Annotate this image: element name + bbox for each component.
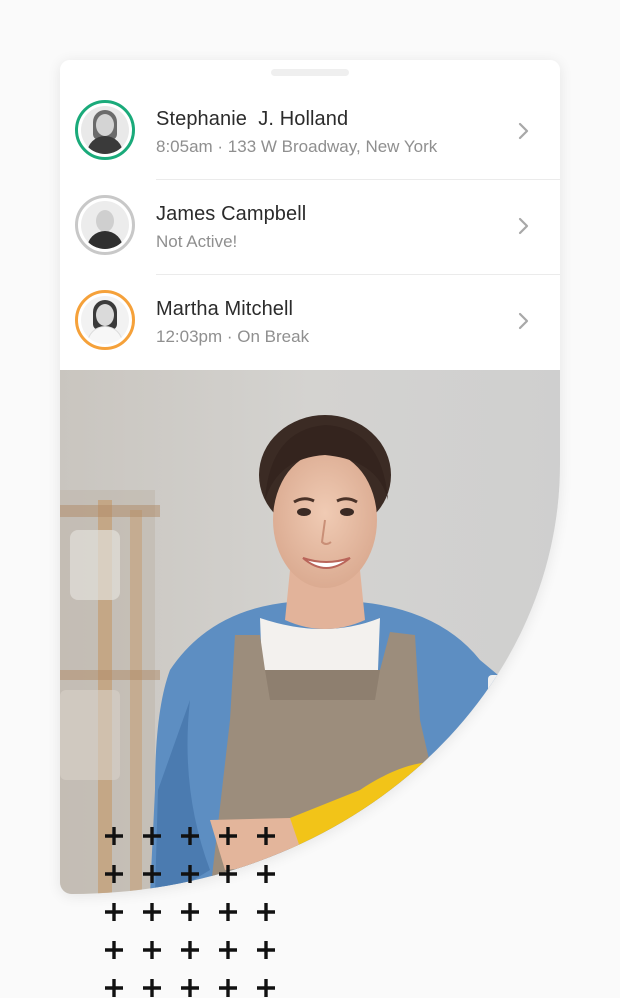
employee-list: Stephanie J. Holland 8:05am · 133 W Broa… bbox=[60, 85, 560, 370]
plus-icon bbox=[219, 941, 237, 959]
drag-handle[interactable] bbox=[271, 69, 349, 76]
chevron-right-icon bbox=[518, 217, 529, 235]
plus-icon bbox=[219, 903, 237, 921]
avatar bbox=[75, 195, 135, 255]
chevron-right-icon bbox=[518, 312, 529, 330]
woman-portrait-icon bbox=[81, 296, 129, 344]
plus-icon bbox=[257, 865, 275, 883]
cleaning-worker-photo bbox=[60, 370, 560, 894]
plus-icon bbox=[181, 865, 199, 883]
plus-icon bbox=[105, 865, 123, 883]
plus-icon bbox=[181, 903, 199, 921]
plus-icon bbox=[181, 827, 199, 845]
plus-icon bbox=[143, 865, 161, 883]
employee-name: Martha Mitchell bbox=[156, 298, 294, 320]
employee-name: James Campbell bbox=[156, 203, 307, 225]
man-portrait-icon bbox=[81, 201, 129, 249]
plus-icon bbox=[181, 979, 199, 997]
plus-pattern-icon bbox=[105, 827, 275, 997]
plus-icon bbox=[257, 827, 275, 845]
employee-detail: 8:05am · 133 W Broadway, New York bbox=[156, 137, 438, 156]
employee-name: Stephanie J. Holland bbox=[156, 108, 349, 130]
plus-icon bbox=[257, 941, 275, 959]
woman-portrait-icon bbox=[81, 106, 129, 154]
plus-icon bbox=[143, 827, 161, 845]
plus-icon bbox=[257, 979, 275, 997]
plus-icon bbox=[143, 903, 161, 921]
plus-icon bbox=[105, 979, 123, 997]
plus-icon bbox=[105, 941, 123, 959]
plus-icon bbox=[143, 941, 161, 959]
avatar bbox=[75, 100, 135, 160]
employee-card: Stephanie J. Holland 8:05am · 133 W Broa… bbox=[60, 60, 560, 894]
plus-icon bbox=[105, 903, 123, 921]
employee-detail: 12:03pm · On Break bbox=[156, 327, 310, 346]
employee-detail: Not Active! bbox=[156, 232, 238, 251]
chevron-right-icon bbox=[518, 122, 529, 140]
employee-row-james[interactable]: James Campbell Not Active! bbox=[60, 180, 560, 275]
employee-row-stephanie[interactable]: Stephanie J. Holland 8:05am · 133 W Broa… bbox=[60, 85, 560, 180]
plus-icon bbox=[219, 827, 237, 845]
plus-icon bbox=[257, 903, 275, 921]
plus-icon bbox=[219, 979, 237, 997]
avatar bbox=[75, 290, 135, 350]
plus-icon bbox=[143, 979, 161, 997]
employee-row-martha[interactable]: Martha Mitchell 12:03pm · On Break bbox=[60, 275, 560, 370]
plus-icon bbox=[219, 865, 237, 883]
plus-icon bbox=[105, 827, 123, 845]
plus-icon bbox=[181, 941, 199, 959]
